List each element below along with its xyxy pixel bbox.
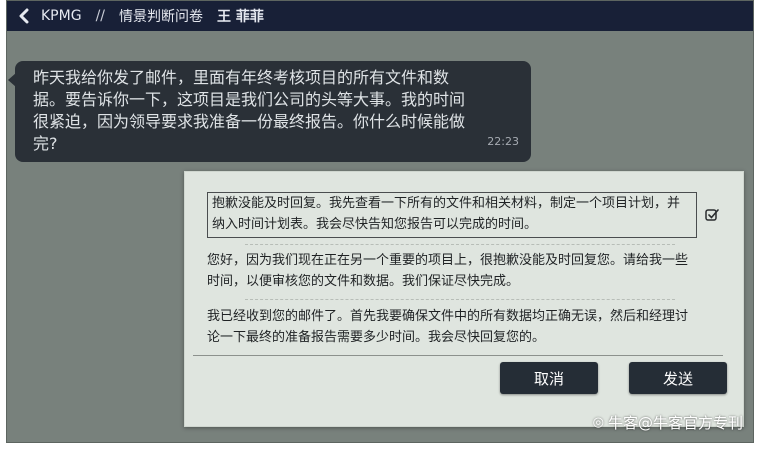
chevron-left-icon xyxy=(19,8,29,24)
org-name: KPMG xyxy=(41,8,82,24)
panel-separator xyxy=(193,355,723,356)
chat-message-bubble: 昨天我给你发了邮件，里面有年终考核项目的所有文件和数据。要告诉你一下，这项目是我… xyxy=(8,61,531,162)
watermark-logo-icon: ◎ xyxy=(592,415,604,430)
reply-option-1[interactable]: 抱歉没能及时回复。我先查看一下所有的文件和相关材料，制定一个项目计划，并纳入时间… xyxy=(207,192,697,238)
reply-option-3[interactable]: 我已经收到您的邮件了。首先我要确保文件中的所有数据均正确无误，然后和经理讨论一下… xyxy=(207,306,697,348)
cancel-button[interactable]: 取消 xyxy=(500,362,598,394)
bubble-tail xyxy=(8,73,16,87)
user-name: 王 菲菲 xyxy=(217,9,264,25)
reply-panel: 抱歉没能及时回复。我先查看一下所有的文件和相关材料，制定一个项目计划，并纳入时间… xyxy=(184,171,744,427)
option-divider xyxy=(245,244,675,245)
app-frame: KPMG // 情景判断问卷 王 菲菲 昨天我给你发了邮件，里面有年终考核项目的… xyxy=(6,0,754,443)
reply-option-text: 我已经收到您的邮件了。首先我要确保文件中的所有数据均正确无误，然后和经理讨论一下… xyxy=(207,309,689,345)
watermark: ◎ 牛客@牛客官方专刊 xyxy=(593,412,743,433)
send-button[interactable]: 发送 xyxy=(629,362,727,394)
option-divider xyxy=(245,299,675,300)
reply-option-2[interactable]: 您好，因为我们现在正在另一个重要的项目上，很抱歉没能及时回复您。请给我一些时间，… xyxy=(207,250,697,292)
message-timestamp: 22:23 xyxy=(487,135,519,148)
back-button[interactable] xyxy=(7,1,41,31)
reply-option-text: 您好，因为我们现在正在另一个重要的项目上，很抱歉没能及时回复您。请给我一些时间，… xyxy=(207,253,689,289)
watermark-text: 牛客@牛客官方专刊 xyxy=(607,414,743,432)
page-title: 情景判断问卷 xyxy=(119,9,203,25)
reply-option-text: 抱歉没能及时回复。我先查看一下所有的文件和相关材料，制定一个项目计划，并纳入时间… xyxy=(212,196,681,232)
chat-message-text: 昨天我给你发了邮件，里面有年终考核项目的所有文件和数据。要告诉你一下，这项目是我… xyxy=(33,68,466,153)
checkbox-checked-icon[interactable] xyxy=(705,208,719,222)
breadcrumb-separator: // xyxy=(95,8,105,24)
top-bar: KPMG // 情景判断问卷 王 菲菲 xyxy=(7,1,753,31)
